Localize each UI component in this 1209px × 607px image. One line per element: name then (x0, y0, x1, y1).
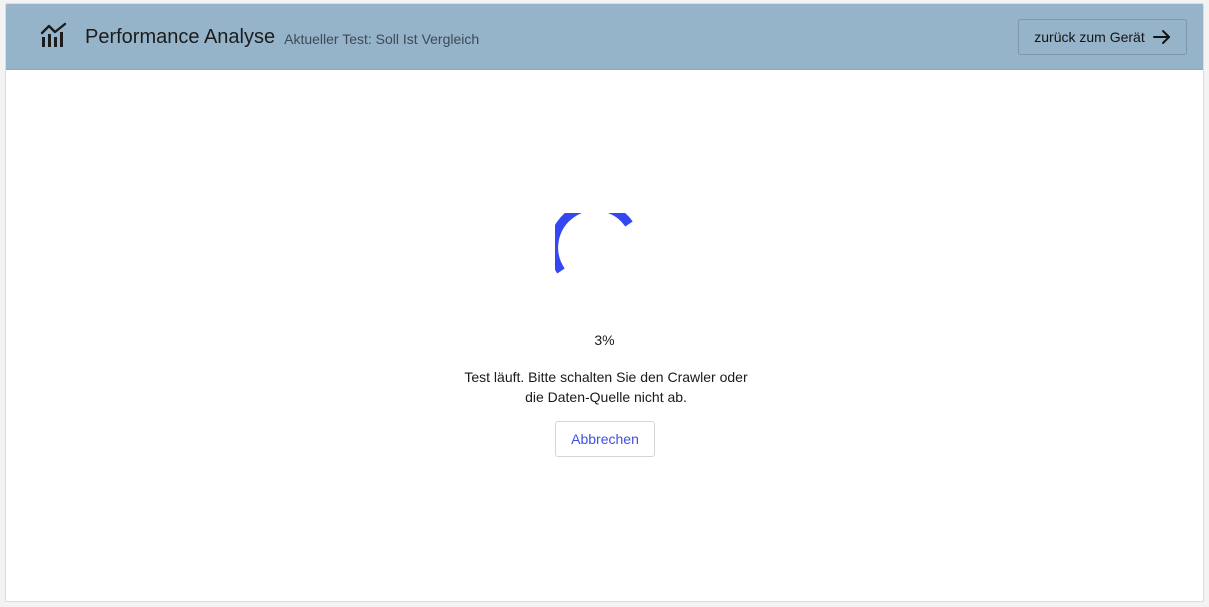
header-title-group: Performance Analyse Aktueller Test: Soll… (40, 4, 479, 70)
back-to-device-label: zurück zum Gerät (1034, 29, 1145, 45)
progress-percent: 3% (594, 332, 615, 348)
page-title: Performance Analyse (85, 25, 276, 48)
status-message: Test läuft. Bitte schalten Sie den Crawl… (446, 367, 766, 407)
status-message-line-2: die Daten-Quelle nicht ab. (525, 389, 687, 405)
cancel-button[interactable]: Abbrechen (555, 421, 655, 457)
arrow-right-icon (1152, 29, 1171, 45)
test-progress-area: 3% Test läuft. Bitte schalten Sie den Cr… (6, 71, 1203, 601)
loading-spinner-icon (549, 201, 641, 299)
back-to-device-button[interactable]: zurück zum Gerät (1018, 19, 1187, 55)
main-panel: Performance Analyse Aktueller Test: Soll… (5, 3, 1204, 602)
bar-chart-trend-icon (40, 22, 68, 48)
status-message-line-1: Test läuft. Bitte schalten Sie den Crawl… (464, 369, 748, 385)
current-test-subtitle: Aktueller Test: Soll Ist Vergleich (284, 30, 480, 47)
app-header: Performance Analyse Aktueller Test: Soll… (6, 4, 1203, 70)
